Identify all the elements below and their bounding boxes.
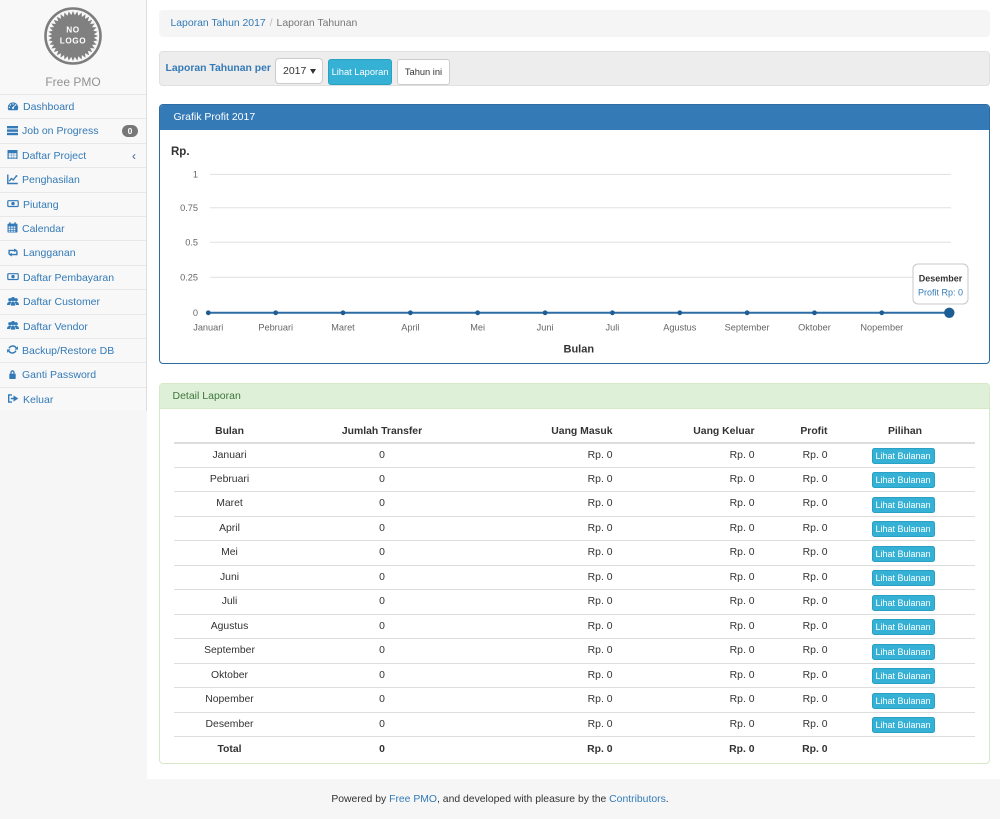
svg-text:Desember: Desember <box>918 274 962 284</box>
svg-text:Agustus: Agustus <box>663 323 697 333</box>
svg-text:Pebruari: Pebruari <box>258 323 293 333</box>
svg-text:0.75: 0.75 <box>180 203 198 213</box>
svg-text:NO: NO <box>66 25 80 34</box>
svg-text:Maret: Maret <box>331 323 355 333</box>
svg-text:Nopember: Nopember <box>860 323 903 333</box>
svg-text:Juni: Juni <box>536 323 553 333</box>
svg-text:1: 1 <box>192 170 197 180</box>
svg-text:Rp.: Rp. <box>171 146 190 158</box>
svg-text:September: September <box>724 323 769 333</box>
svg-text:Juli: Juli <box>605 323 619 333</box>
svg-text:Oktober: Oktober <box>798 323 831 333</box>
svg-text:Januari: Januari <box>193 323 223 333</box>
svg-text:LOGO: LOGO <box>60 36 87 45</box>
svg-text:0.25: 0.25 <box>180 273 198 283</box>
svg-text:Bulan: Bulan <box>563 344 594 356</box>
svg-text:Mei: Mei <box>470 323 485 333</box>
svg-text:Profit Rp: 0: Profit Rp: 0 <box>917 288 962 298</box>
svg-text:April: April <box>401 323 419 333</box>
svg-text:0.5: 0.5 <box>185 238 198 248</box>
svg-text:0: 0 <box>192 308 197 318</box>
